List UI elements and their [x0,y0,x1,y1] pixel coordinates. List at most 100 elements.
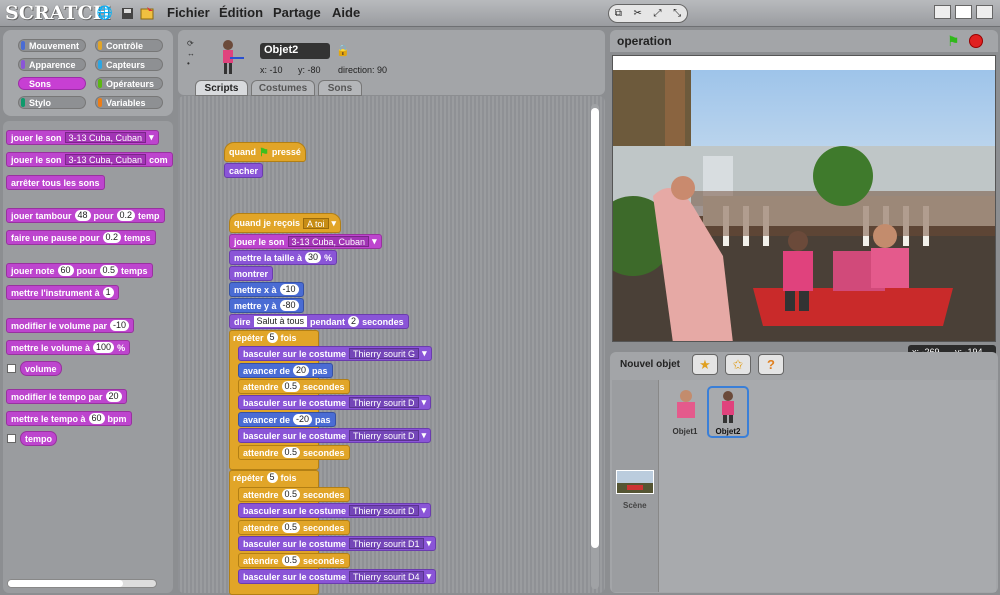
tab-sons[interactable]: Sons [318,80,362,96]
category-color-swatch [21,41,25,50]
stage[interactable] [612,55,996,342]
presentation-mode-icon[interactable] [976,5,993,19]
category-color-swatch [98,41,102,50]
folder-star-icon: ✩ [732,356,744,372]
script-wait[interactable]: attendre 0.5 secondes [238,379,350,394]
duplicate-icon[interactable]: ⧉ [615,8,622,19]
lock-icon[interactable]: 🔒 [336,44,350,57]
palette-change-volume[interactable]: modifier le volume par -10 [6,318,135,333]
category-mouvement[interactable]: Mouvement [18,39,86,52]
new-sprite-label: Nouvel objet [620,359,681,370]
category-label: Opérateurs [106,78,155,89]
category-color-swatch [98,98,102,107]
script-switch-costume[interactable]: basculer sur le costume Thierry sourit G ▾ [238,346,432,361]
script-show[interactable]: montrer [229,266,274,281]
stop-sign-icon[interactable] [969,34,983,48]
script-wait[interactable]: attendre 0.5 secondes [238,487,350,502]
paint-new-sprite-button[interactable]: ★ [692,354,718,375]
category-operateurs[interactable]: Opérateurs [95,77,163,90]
category-apparence[interactable]: Apparence [18,58,86,71]
palette-rest-for[interactable]: faire une pause pour 0.2 temps [6,230,156,245]
save-icon[interactable] [119,5,135,21]
repeat-2-header: répéter 5 fois [233,472,297,483]
rotation-style-icons[interactable]: ⟳ ↔ • [187,39,197,71]
palette-change-tempo[interactable]: modifier le tempo par 20 [6,389,127,404]
sprite-objet2-selected[interactable]: Objet2 [707,386,749,438]
palette-set-instrument[interactable]: mettre l'instrument à1 [6,285,119,300]
volume-checkbox[interactable] [7,364,16,373]
category-label: Sons [29,78,52,89]
script-wait[interactable]: attendre 0.5 secondes [238,520,350,535]
category-label: Apparence [29,59,76,70]
script-play-sound[interactable]: jouer le son 3-13 Cuba, Cuban ▾ [229,234,382,249]
repeat-1-header: répéter 5 fois [233,332,297,343]
category-color-swatch [21,79,25,88]
category-label: Variables [106,97,146,108]
sprite-objet2-label: Objet2 [715,427,741,436]
palette-tempo-reporter[interactable]: tempo [20,431,57,446]
script-set-y[interactable]: mettre y à -80 [229,298,304,313]
script-switch-costume[interactable]: basculer sur le costume Thierry sourit D ▾ [238,503,432,518]
category-label: Contrôle [106,40,143,51]
script-switch-costume[interactable]: basculer sur le costume Thierry sourit D ▾ [238,395,432,410]
category-color-swatch [98,60,102,69]
shrink-icon[interactable]: ⤡ [673,8,681,19]
choose-sprite-from-file-button[interactable]: ✩ [725,354,751,375]
script-wait[interactable]: attendre 0.5 secondes [238,445,350,460]
script-set-size[interactable]: mettre la taille à 30% [229,250,338,265]
script-say-for[interactable]: dire Salut à tous pendant 2 secondes [229,314,409,329]
category-label: Stylo [29,97,52,108]
sprite-name-field[interactable]: Objet2 [260,43,330,59]
palette-horizontal-scrollbar[interactable] [7,579,157,588]
script-switch-costume[interactable]: basculer sur le costume Thierry sourit D ▾ [238,428,432,443]
script-move[interactable]: avancer de -20 pas [238,412,336,427]
script-set-x[interactable]: mettre x à -10 [229,282,304,297]
sprite-tools: ⧉ ✂ ⤢ ⤡ [608,4,688,23]
menu-fichier[interactable]: Fichier [167,5,210,20]
cut-icon[interactable]: ✂ [634,8,642,19]
category-capteurs[interactable]: Capteurs [95,58,163,71]
menu-aide[interactable]: Aide [332,5,360,20]
script-switch-costume[interactable]: basculer sur le costume Thierry sourit D4… [238,569,437,584]
tab-costumes[interactable]: Costumes [251,80,315,96]
when-flag-clicked-hat[interactable]: quand ⚑ pressé [224,142,306,162]
when-i-receive-hat[interactable]: quand je reçois A toi ▾ [229,213,342,233]
scripts-vertical-scrollbar[interactable] [591,104,599,589]
tab-scripts[interactable]: Scripts [195,80,248,96]
green-flag-icon[interactable]: ⚑ [947,33,960,50]
category-stylo[interactable]: Stylo [18,96,86,109]
scene-thumbnail[interactable] [616,470,654,494]
grow-icon[interactable]: ⤢ [654,8,662,19]
category-variables[interactable]: Variables [95,96,163,109]
palette-stop-all-sounds[interactable]: arrêter tous les sons [6,175,105,190]
random-sprite-button[interactable]: ? [758,354,784,375]
category-sons[interactable]: Sons [18,77,86,90]
globe-icon[interactable]: 🌐 [97,5,113,21]
small-stage-icon[interactable] [934,5,951,19]
palette-play-sound-until-done[interactable]: jouer le son 3-13 Cuba, Cuban com [6,152,173,167]
palette-set-tempo[interactable]: mettre le tempo à 60 bpm [6,411,132,426]
category-label: Capteurs [106,59,146,70]
script-hide[interactable]: cacher [224,163,264,178]
menu-partage[interactable]: Partage [273,5,321,20]
share-icon[interactable] [139,5,155,21]
script-wait[interactable]: attendre 0.5 secondes [238,553,350,568]
project-title: operation [617,34,672,48]
palette-play-drum[interactable]: jouer tambour 48 pour 0.2 temp [6,208,165,223]
palette-volume-reporter[interactable]: volume [20,361,62,376]
script-move[interactable]: avancer de 20 pas [238,363,333,378]
scene-label: Scène [623,501,647,510]
script-switch-costume[interactable]: basculer sur le costume Thierry sourit D1… [238,536,437,551]
sprite-objet1[interactable]: Objet1 [664,386,706,436]
category-color-swatch [21,98,25,107]
block-palette: jouer le son 3-13 Cuba, Cuban ▾ jouer le s… [3,121,173,593]
palette-play-note[interactable]: jouer note 60 pour 0.5 temps [6,263,153,278]
normal-stage-icon[interactable] [955,5,972,19]
palette-set-volume[interactable]: mettre le volume à 100% [6,340,131,355]
sprite-thumbnail-icon [223,40,244,74]
sprite-y: y: -80 [298,65,321,75]
category-controle[interactable]: Contrôle [95,39,163,52]
tempo-checkbox[interactable] [7,434,16,443]
palette-play-sound[interactable]: jouer le son 3-13 Cuba, Cuban ▾ [6,130,159,145]
menu-edition[interactable]: Édition [219,5,263,20]
